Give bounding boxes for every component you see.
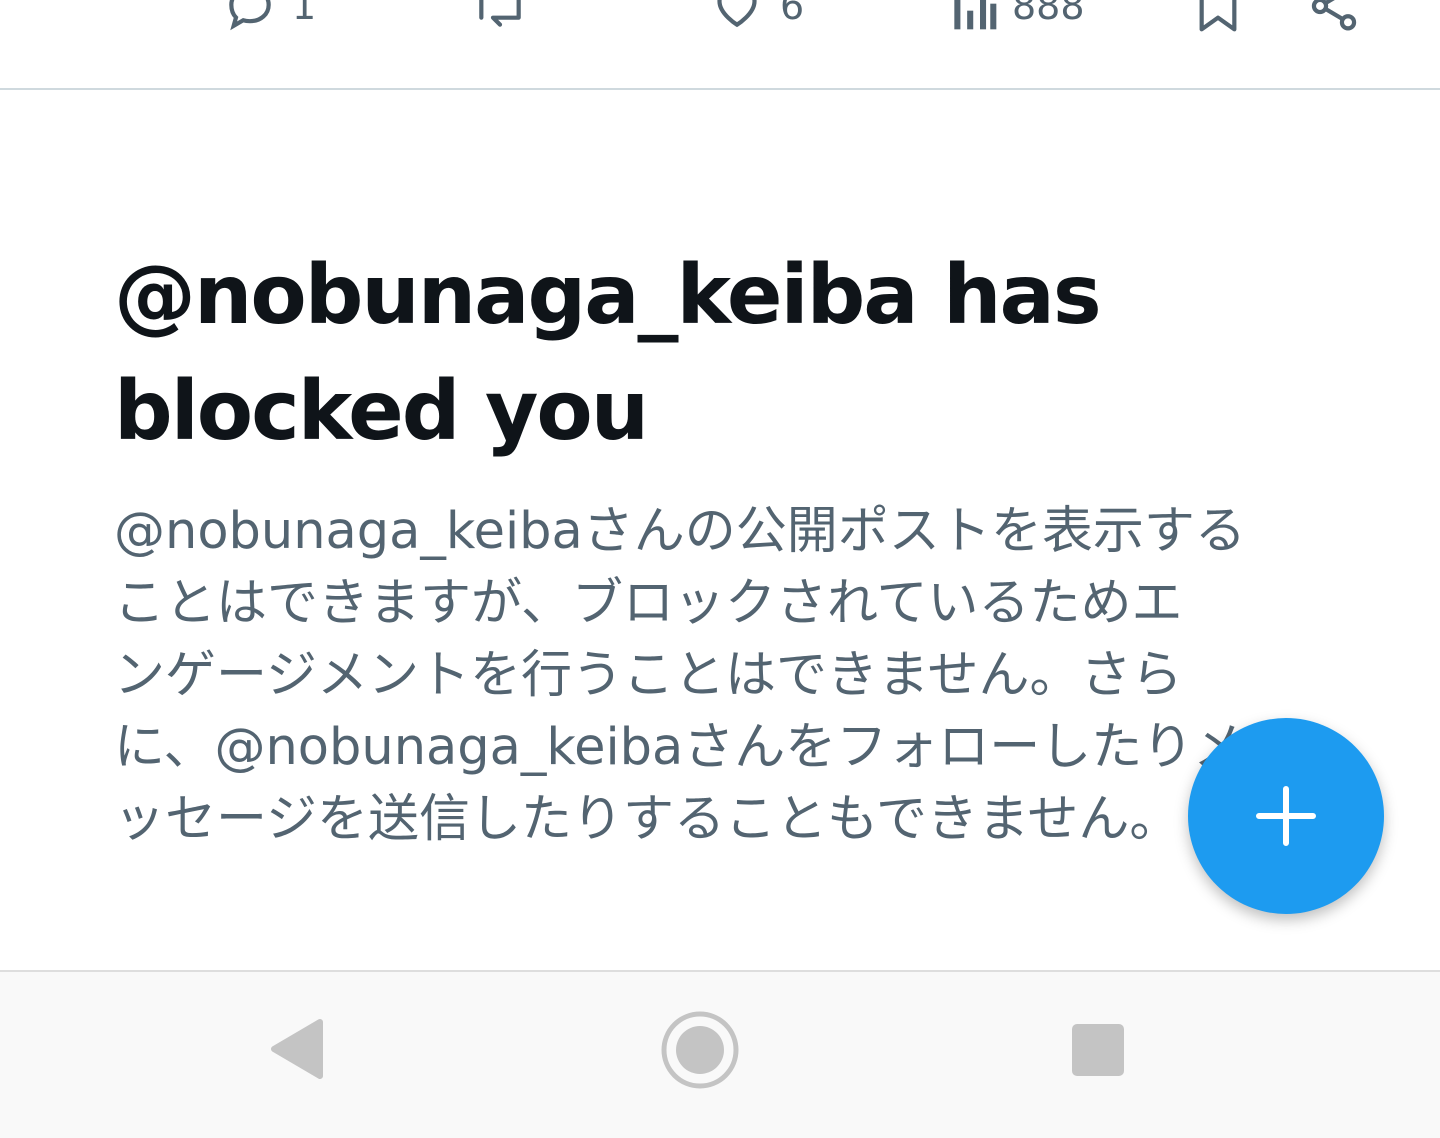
repost-icon (479, 0, 521, 27)
compose-post-button[interactable] (1188, 718, 1384, 914)
analytics-icon (954, 0, 997, 30)
blocked-profile-screen: 1 6 888 @nobunaga_keiba has blocked you … (0, 0, 1440, 1138)
like-button[interactable]: 6 (708, 0, 804, 34)
like-count: 6 (780, 0, 805, 28)
repost-button[interactable] (468, 0, 532, 34)
recents-square-icon[interactable] (1070, 1022, 1126, 1078)
share-button[interactable] (1306, 0, 1362, 34)
post-action-bar: 1 6 888 (0, 0, 1440, 90)
share-icon (1311, 0, 1357, 31)
reply-count: 1 (292, 0, 317, 28)
plus-icon (1256, 786, 1316, 846)
views-count: 888 (1012, 0, 1085, 28)
blocked-notice: @nobunaga_keiba has blocked you @nobunag… (114, 238, 1324, 856)
bookmark-button[interactable] (1192, 0, 1244, 34)
blocked-title: @nobunaga_keiba has blocked you (114, 248, 1102, 459)
views-button[interactable]: 888 (948, 0, 1085, 34)
reply-icon (229, 0, 271, 31)
home-circle-icon[interactable] (660, 1010, 740, 1090)
back-triangle-icon[interactable] (270, 1018, 324, 1080)
system-navigation-bar (0, 970, 1440, 1138)
reply-button[interactable]: 1 (222, 0, 316, 34)
blocked-description: @nobunaga_keibaさんの公開ポストを表示する ことはできますが、ブロ… (114, 502, 1246, 849)
bookmark-icon (1199, 0, 1237, 32)
heart-icon (717, 0, 757, 28)
